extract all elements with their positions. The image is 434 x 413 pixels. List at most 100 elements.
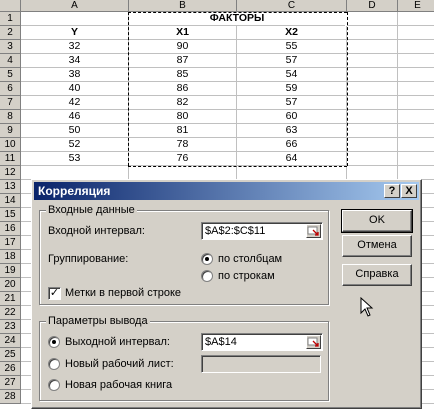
column-header-E[interactable]: E — [398, 0, 434, 12]
data-cell[interactable]: 80 — [129, 110, 237, 124]
row-header-14[interactable]: 14 — [0, 194, 21, 208]
row-header-7[interactable]: 7 — [0, 96, 21, 110]
row-header-6[interactable]: 6 — [0, 82, 21, 96]
column-label-cell[interactable]: X2 — [237, 26, 347, 40]
row-header-11[interactable]: 11 — [0, 152, 21, 166]
data-cell[interactable]: 64 — [237, 152, 347, 166]
row-header-21[interactable]: 21 — [0, 292, 21, 306]
cancel-button[interactable]: Отмена — [342, 235, 412, 257]
data-cell[interactable]: 60 — [237, 110, 347, 124]
data-cell[interactable]: 38 — [21, 68, 129, 82]
cell[interactable] — [347, 124, 398, 138]
dialog-titlebar[interactable]: Корреляция ? X — [34, 182, 419, 200]
data-cell[interactable]: 66 — [237, 138, 347, 152]
output-range-radio[interactable] — [48, 336, 60, 348]
row-header-10[interactable]: 10 — [0, 138, 21, 152]
data-cell[interactable]: 63 — [237, 124, 347, 138]
row-header-19[interactable]: 19 — [0, 264, 21, 278]
data-cell[interactable]: 52 — [21, 138, 129, 152]
cell[interactable] — [398, 138, 434, 152]
data-cell[interactable]: 82 — [129, 96, 237, 110]
data-cell[interactable]: 59 — [237, 82, 347, 96]
collapse-dialog-button[interactable] — [306, 224, 321, 238]
row-header-18[interactable]: 18 — [0, 250, 21, 264]
output-range-field[interactable]: $A$14 — [201, 333, 323, 351]
cell[interactable] — [398, 96, 434, 110]
row-header-9[interactable]: 9 — [0, 124, 21, 138]
cell[interactable] — [347, 40, 398, 54]
cell[interactable] — [129, 166, 237, 180]
column-header-A[interactable]: A — [21, 0, 129, 12]
cell[interactable] — [237, 166, 347, 180]
column-label-cell[interactable]: X1 — [129, 26, 237, 40]
new-sheet-radio[interactable] — [48, 358, 60, 370]
cell[interactable] — [398, 40, 434, 54]
cell[interactable] — [398, 54, 434, 68]
data-cell[interactable]: 50 — [21, 124, 129, 138]
cell[interactable] — [398, 12, 434, 26]
labels-first-row-checkbox[interactable]: ✓ — [48, 287, 61, 300]
row-header-5[interactable]: 5 — [0, 68, 21, 82]
cell[interactable] — [347, 68, 398, 82]
row-header-25[interactable]: 25 — [0, 348, 21, 362]
row-header-2[interactable]: 2 — [0, 26, 21, 40]
cell[interactable] — [398, 110, 434, 124]
row-header-17[interactable]: 17 — [0, 236, 21, 250]
data-cell[interactable]: 81 — [129, 124, 237, 138]
row-header-12[interactable]: 12 — [0, 166, 21, 180]
cell[interactable] — [347, 166, 398, 180]
data-cell[interactable]: 90 — [129, 40, 237, 54]
data-cell[interactable]: 57 — [237, 54, 347, 68]
new-book-radio[interactable] — [48, 379, 60, 391]
cell[interactable] — [21, 166, 129, 180]
by-rows-radio[interactable] — [201, 270, 213, 282]
row-header-20[interactable]: 20 — [0, 278, 21, 292]
cell[interactable] — [347, 152, 398, 166]
select-all-corner[interactable] — [0, 0, 21, 12]
data-cell[interactable]: 54 — [237, 68, 347, 82]
data-cell[interactable]: 46 — [21, 110, 129, 124]
cell[interactable] — [398, 68, 434, 82]
column-header-B[interactable]: B — [129, 0, 237, 12]
data-cell[interactable]: 78 — [129, 138, 237, 152]
collapse-dialog-button-output[interactable] — [306, 335, 321, 349]
close-button[interactable]: X — [401, 184, 417, 198]
cell[interactable] — [347, 96, 398, 110]
data-cell[interactable]: 40 — [21, 82, 129, 96]
cell[interactable] — [398, 124, 434, 138]
new-sheet-field[interactable] — [201, 355, 321, 373]
row-header-1[interactable]: 1 — [0, 12, 21, 26]
by-columns-radio[interactable] — [201, 253, 213, 265]
data-cell[interactable]: 76 — [129, 152, 237, 166]
cell[interactable] — [347, 110, 398, 124]
cell[interactable] — [347, 138, 398, 152]
data-cell[interactable]: 53 — [21, 152, 129, 166]
help-title-button[interactable]: ? — [384, 184, 400, 198]
cell[interactable] — [347, 26, 398, 40]
row-header-15[interactable]: 15 — [0, 208, 21, 222]
cell[interactable] — [21, 12, 129, 26]
data-cell[interactable]: 87 — [129, 54, 237, 68]
help-button[interactable]: Справка — [342, 264, 412, 286]
column-label-cell[interactable]: Y — [21, 26, 129, 40]
row-header-23[interactable]: 23 — [0, 320, 21, 334]
cell[interactable] — [398, 152, 434, 166]
cell[interactable] — [398, 82, 434, 96]
row-header-16[interactable]: 16 — [0, 222, 21, 236]
row-header-13[interactable]: 13 — [0, 180, 21, 194]
input-range-field[interactable]: $A$2:$C$11 — [201, 222, 323, 240]
data-cell[interactable]: 57 — [237, 96, 347, 110]
data-cell[interactable]: 55 — [237, 40, 347, 54]
cell[interactable] — [398, 26, 434, 40]
cell[interactable] — [347, 12, 398, 26]
cell[interactable] — [347, 54, 398, 68]
cell[interactable] — [347, 82, 398, 96]
row-header-4[interactable]: 4 — [0, 54, 21, 68]
column-header-D[interactable]: D — [347, 0, 398, 12]
row-header-24[interactable]: 24 — [0, 334, 21, 348]
row-header-27[interactable]: 27 — [0, 376, 21, 390]
column-header-C[interactable]: C — [237, 0, 347, 12]
row-header-3[interactable]: 3 — [0, 40, 21, 54]
data-cell[interactable]: 42 — [21, 96, 129, 110]
data-cell[interactable]: 32 — [21, 40, 129, 54]
